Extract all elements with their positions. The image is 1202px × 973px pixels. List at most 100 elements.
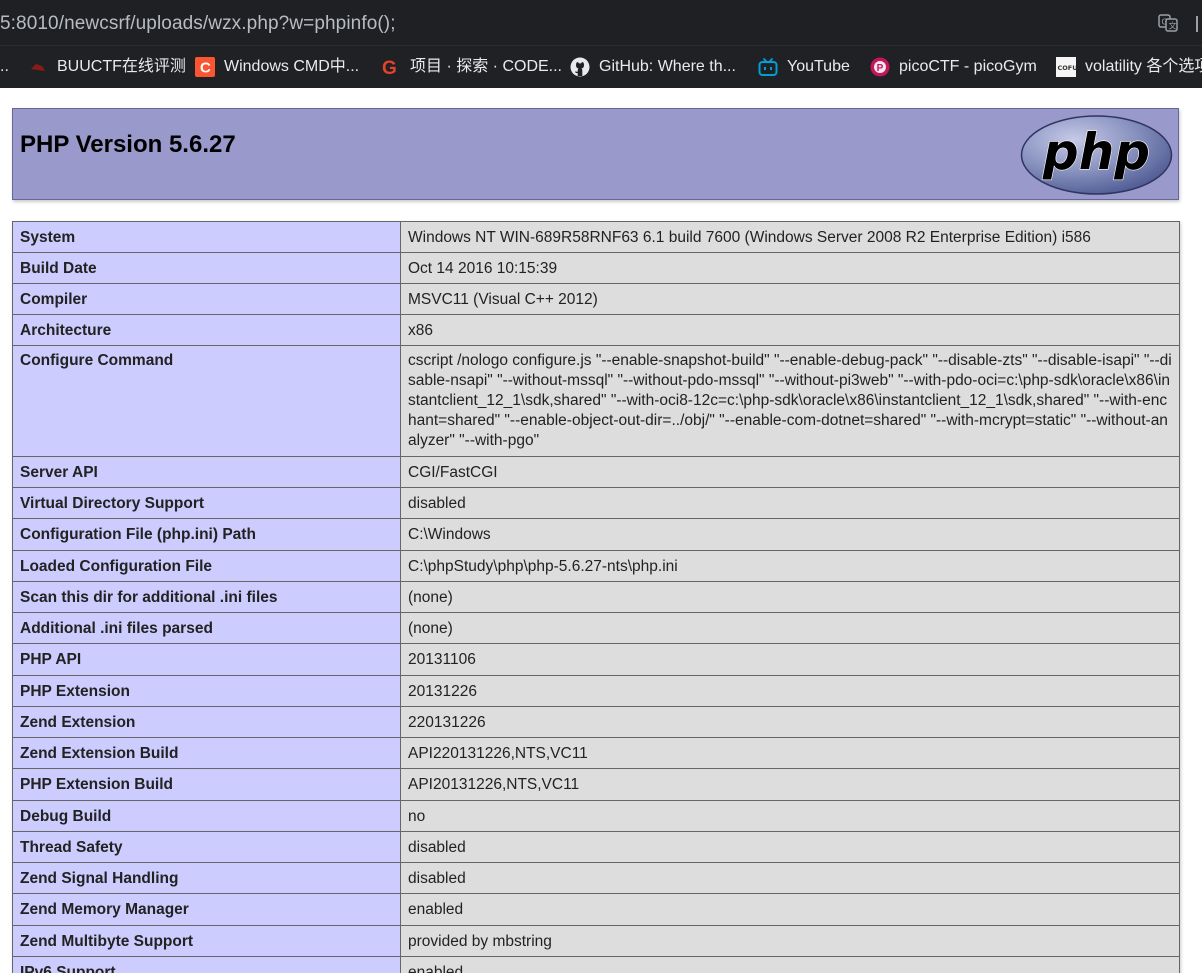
table-row: Thread Safety disabled [12,831,1180,863]
bookmark-label: BUUCTF在线评测 [57,58,186,75]
toolbar-edge-icon [1196,16,1202,32]
table-row: Zend Extension 220131226 [12,706,1180,738]
table-row: Virtual Directory Support disabled [12,487,1180,519]
table-row: IPv6 Support enabled [12,956,1180,973]
translate-icon[interactable]: G 文 [1158,14,1178,32]
table-row: PHP Extension 20131226 [12,675,1180,707]
info-key: Zend Memory Manager [12,893,401,926]
table-row: Configuration File (php.ini) Path C:\Wind… [12,518,1180,551]
info-key: Loaded Configuration File [12,550,401,582]
table-row: Build Date Oct 14 2016 10:15:39 [12,252,1180,284]
info-value: enabled [400,956,1180,973]
bookmark-youtube[interactable]: YouTube [758,55,850,79]
info-value: Windows NT WIN-689R58RNF63 6.1 build 760… [400,221,1180,253]
cofu-icon: COFU [1056,57,1078,77]
php-version-header: PHP Version 5.6.27 php [12,108,1179,200]
svg-text:P: P [877,63,884,74]
info-key: Zend Extension [12,706,401,738]
bookmark-label: volatility 各个选项 [1085,58,1202,75]
info-key: Scan this dir for additional .ini files [12,581,401,613]
table-row: Zend Extension Build API220131226,NTS,VC1… [12,737,1180,769]
table-row: Architecture x86 [12,314,1180,346]
table-row: Server API CGI/FastCGI [12,456,1180,488]
table-row: Zend Multibyte Support provided by mbstri… [12,925,1180,957]
info-key: System [12,221,401,253]
info-value: disabled [400,831,1180,863]
info-value: C:\phpStudy\php\php-5.6.27-nts\php.ini [400,550,1180,582]
info-key: Virtual Directory Support [12,487,401,519]
info-value: API220131226,NTS,VC11 [400,737,1180,769]
bookmark-label: Windows CMD中... [224,58,360,75]
url-text[interactable]: 5:8010/newcsrf/uploads/wzx.php?w=phpinfo… [0,9,396,39]
buuctf-icon [28,57,48,77]
info-value: 220131226 [400,706,1180,738]
info-key: Configuration File (php.ini) Path [12,518,401,551]
info-key: IPv6 Support [12,956,401,973]
gitcode-icon: G [381,57,401,79]
table-row: Debug Build no [12,800,1180,832]
info-key: PHP Extension Build [12,768,401,801]
info-value: no [400,800,1180,832]
info-value: C:\Windows [400,518,1180,551]
address-bar[interactable]: 5:8010/newcsrf/uploads/wzx.php?w=phpinfo… [0,0,1202,46]
svg-text:文: 文 [1169,21,1177,31]
info-value: cscript /nologo configure.js "--enable-s… [400,345,1180,457]
svg-text:G: G [382,58,397,77]
php-logo[interactable]: php [1020,114,1173,196]
info-key: Debug Build [12,800,401,832]
info-value: (none) [400,581,1180,613]
table-row: Additional .ini files parsed (none) [12,612,1180,644]
bookmark-volatility[interactable]: COFU volatility 各个选项 [1056,55,1202,79]
page-title: PHP Version 5.6.27 [20,131,236,158]
info-key: Zend Extension Build [12,737,401,769]
core-info-table: System Windows NT WIN-689R58RNF63 6.1 bui… [12,221,1180,973]
bookmark-picoctf[interactable]: P picoCTF - picoGym [870,55,1037,79]
bookmarks-overflow[interactable]: .. [0,55,9,79]
bookmark-csdn[interactable]: C Windows CMD中... [195,55,359,79]
info-key: Thread Safety [12,831,401,863]
info-value: Oct 14 2016 10:15:39 [400,252,1180,284]
info-key: Architecture [12,314,401,346]
info-key: Additional .ini files parsed [12,612,401,644]
bookmark-github[interactable]: GitHub: Where th... [570,55,736,79]
bookmark-buuctf[interactable]: BUUCTF在线评测 [28,55,186,79]
table-row: Scan this dir for additional .ini files(… [12,581,1180,613]
info-value: API20131226,NTS,VC11 [400,768,1180,801]
bookmarks-bar: .. BUUCTF在线评测 C Windows CMD中... G 项目 · 探… [0,46,1202,88]
picoctf-icon: P [870,57,890,77]
table-row: Configure Command cscript /nologo configu… [12,345,1180,457]
info-value: enabled [400,893,1180,926]
info-value: disabled [400,487,1180,519]
info-key: Zend Signal Handling [12,862,401,894]
info-key: Zend Multibyte Support [12,925,401,957]
info-key: Build Date [12,252,401,284]
page-content: PHP Version 5.6.27 php System Windows NT … [0,88,1202,973]
table-row: PHP API 20131106 [12,643,1180,676]
table-row: Zend Signal Handling disabled [12,862,1180,894]
svg-text:COFU: COFU [1058,64,1077,72]
info-key: Server API [12,456,401,488]
info-key: Compiler [12,283,401,315]
bilibili-tv-icon [758,57,778,77]
table-row: System Windows NT WIN-689R58RNF63 6.1 bui… [12,221,1180,253]
info-key: Configure Command [12,345,401,457]
svg-text:C: C [200,60,211,77]
table-row: Zend Memory Manager enabled [12,893,1180,926]
info-value: CGI/FastCGI [400,456,1180,488]
info-value: disabled [400,862,1180,894]
table-row: Loaded Configuration File C:\phpStudy\php… [12,550,1180,582]
info-value: (none) [400,612,1180,644]
github-icon [570,57,590,77]
table-row: PHP Extension Build API20131226,NTS,VC11 [12,768,1180,801]
info-value: x86 [400,314,1180,346]
bookmark-gitcode[interactable]: G 项目 · 探索 · CODE... [381,55,562,79]
info-key: PHP API [12,643,401,676]
info-key: PHP Extension [12,675,401,707]
bookmark-label: 项目 · 探索 · CODE... [410,58,563,75]
svg-text:php: php [1042,123,1150,181]
bookmark-label: GitHub: Where th... [599,58,736,75]
info-value: 20131226 [400,675,1180,707]
bookmark-label: picoCTF - picoGym [899,58,1037,75]
info-value: 20131106 [400,643,1180,676]
bookmark-label: YouTube [787,58,850,75]
